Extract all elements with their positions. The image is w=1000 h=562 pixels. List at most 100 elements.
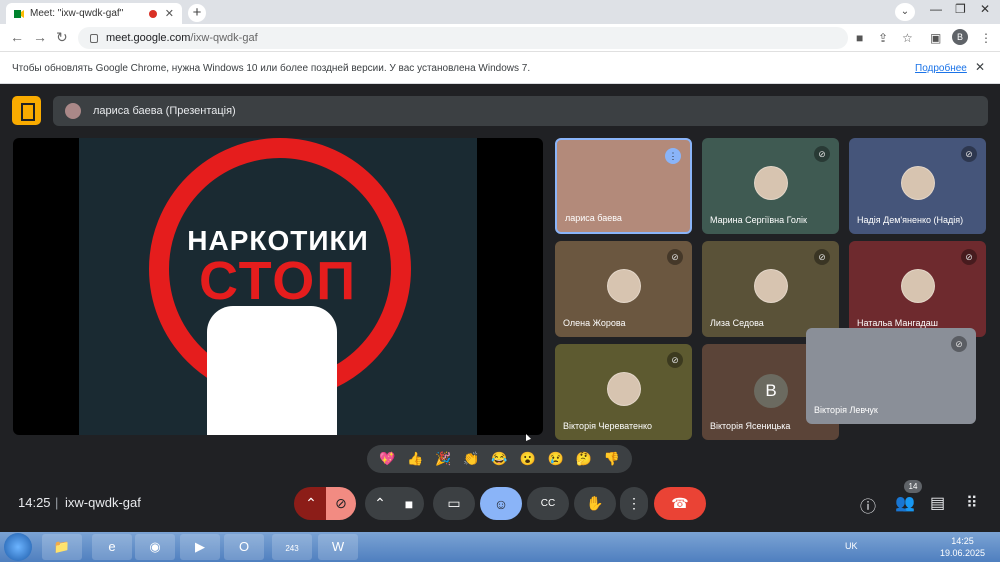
participant-avatar xyxy=(607,269,641,303)
participant-count-badge: 14 xyxy=(904,480,922,493)
meet-area: лариса баева (Презентація) НАРКОТИКИ СТО… xyxy=(0,84,1000,532)
reaction-emoji[interactable]: 👎 xyxy=(604,451,620,467)
video-camera-icon: ■ xyxy=(404,495,414,512)
language-indicator[interactable]: UK xyxy=(845,541,858,551)
start-button[interactable] xyxy=(4,533,32,561)
presentation-stage[interactable]: НАРКОТИКИ СТОП xyxy=(13,138,543,435)
reaction-emoji[interactable]: 💖 xyxy=(379,451,395,467)
participant-avatar xyxy=(754,166,788,200)
side-panel-icon[interactable]: ▣ xyxy=(930,31,941,45)
speaking-indicator-icon: ⋮ xyxy=(665,148,681,164)
close-window-icon[interactable]: ✕ xyxy=(980,2,990,16)
participant-tile[interactable]: ⊘ Олена Жорова xyxy=(555,241,692,337)
hand-icon: ✋ xyxy=(586,495,604,511)
participant-tile[interactable]: ⊘ Натальа Мангадаш xyxy=(849,241,986,337)
participant-name: Вікторія Левчук xyxy=(814,405,878,415)
bookmark-star-icon[interactable]: ☆ xyxy=(902,31,913,45)
captions-button[interactable]: CC xyxy=(527,487,569,520)
leave-call-button[interactable]: ☎ xyxy=(654,487,706,520)
word-taskbar-icon[interactable]: W xyxy=(318,534,358,560)
participant-tile[interactable]: ⋮ лариса баева xyxy=(555,138,692,234)
reaction-emoji[interactable]: 😮 xyxy=(520,451,536,467)
tab-meet[interactable]: Meet: "ixw-qwdk-gaf" ✕ xyxy=(6,3,182,24)
reaction-emoji[interactable]: 😂 xyxy=(491,451,507,467)
new-tab-button[interactable]: + xyxy=(188,4,206,22)
activities-grid-icon[interactable]: ⠿ xyxy=(966,493,978,513)
opera-taskbar-icon[interactable]: O xyxy=(224,534,264,560)
address-bar[interactable]: meet.google.com/ixw-qwdk-gaf xyxy=(78,27,848,49)
reaction-emoji[interactable]: 🎉 xyxy=(435,451,451,467)
reaction-emoji[interactable]: 🤔 xyxy=(576,451,592,467)
participant-tile[interactable]: ⊘ Надія Дем'яненко (Надія) xyxy=(849,138,986,234)
forward-icon[interactable]: → xyxy=(33,29,47,45)
phone-hangup-icon: ☎ xyxy=(671,495,689,511)
ie-taskbar-icon[interactable]: e xyxy=(92,534,132,560)
mic-options-button[interactable]: ⌃ xyxy=(294,487,328,520)
minimize-icon[interactable]: — xyxy=(930,2,942,16)
recording-indicator-icon xyxy=(148,9,157,18)
participant-tile[interactable]: ⊘ Лиза Седова xyxy=(702,241,839,337)
participant-initial: B xyxy=(754,374,788,408)
url-path: /ixw-qwdk-gaf xyxy=(190,32,258,44)
participant-tile[interactable]: ⊘ Марина Сергіївна Голік xyxy=(702,138,839,234)
captions-icon: CC xyxy=(540,498,556,509)
taskbar-time: 14:25 xyxy=(951,536,974,546)
viber-taskbar-icon[interactable]: 243 xyxy=(272,534,312,560)
viber-badge: 243 xyxy=(285,544,299,553)
toolbar: ← → ↻ meet.google.com/ixw-qwdk-gaf ■ ⇪ ☆… xyxy=(0,24,1000,52)
camera-options-button[interactable]: ⌃ xyxy=(365,487,395,520)
learn-more-link[interactable]: Подробнее xyxy=(915,63,967,74)
present-screen-icon: ▭ xyxy=(447,495,461,511)
door-icon[interactable] xyxy=(12,96,41,125)
reaction-emoji[interactable]: 😢 xyxy=(548,451,564,467)
more-vert-icon: ⋮ xyxy=(627,495,641,511)
more-options-button[interactable]: ⋮ xyxy=(620,487,648,520)
taskbar-date: 19.06.2025 xyxy=(940,548,986,558)
people-icon[interactable]: 👥 xyxy=(895,493,915,513)
present-button[interactable]: ▭ xyxy=(433,487,475,520)
raise-hand-button[interactable]: ✋ xyxy=(574,487,616,520)
reload-icon[interactable]: ↻ xyxy=(56,29,68,46)
media-player-taskbar-icon[interactable]: ▶ xyxy=(180,534,220,560)
windows-taskbar: 📁 e ◉ ▶ O 243 W UK 14:25 19.06.2025 xyxy=(0,532,1000,562)
chat-icon[interactable]: ▤ xyxy=(930,493,945,513)
meeting-code: ixw-qwdk-gaf xyxy=(65,495,141,510)
maximize-icon[interactable]: ❐ xyxy=(955,2,966,16)
close-tab-icon[interactable]: ✕ xyxy=(165,7,174,20)
reaction-emoji[interactable]: 👏 xyxy=(463,451,479,467)
participant-avatar xyxy=(754,269,788,303)
share-icon[interactable]: ⇪ xyxy=(878,31,888,45)
smiley-icon: ☺ xyxy=(493,495,509,512)
back-icon[interactable]: ← xyxy=(10,29,24,45)
camera-indicator-icon[interactable]: ■ xyxy=(856,31,863,45)
participant-tile[interactable]: ⊘ Вікторія Череватенко xyxy=(555,344,692,440)
profile-avatar[interactable]: B xyxy=(952,29,968,45)
participant-avatar xyxy=(901,166,935,200)
presenter-avatar xyxy=(65,103,81,119)
menu-kebab-icon[interactable]: ⋮ xyxy=(980,31,992,45)
infobar-message: Чтобы обновлять Google Chrome, нужна Win… xyxy=(12,63,531,74)
participant-avatar xyxy=(607,372,641,406)
slide-line2: СТОП xyxy=(198,251,358,311)
reactions-button[interactable]: ☺ xyxy=(480,487,522,520)
mic-muted-icon: ⊘ xyxy=(961,146,977,162)
participant-name: Вікторія Ясеницька xyxy=(710,421,791,431)
mic-muted-icon: ⊘ xyxy=(667,352,683,368)
info-icon[interactable]: ⓘ xyxy=(860,493,876,517)
mic-muted-icon: ⊘ xyxy=(961,249,977,265)
tab-search-button[interactable]: ⌄ xyxy=(895,3,915,21)
slide: НАРКОТИКИ СТОП xyxy=(79,138,477,435)
mic-toggle-button[interactable]: ⊘ xyxy=(326,487,356,520)
participant-avatar xyxy=(901,269,935,303)
presentation-bar[interactable]: лариса баева (Презентація) xyxy=(53,96,988,126)
taskbar-clock[interactable]: 14:25 19.06.2025 xyxy=(940,535,985,559)
meeting-time: 14:25 xyxy=(18,495,51,510)
reaction-emoji[interactable]: 👍 xyxy=(407,451,423,467)
explorer-taskbar-icon[interactable]: 📁 xyxy=(42,534,82,560)
participant-tile[interactable]: ⊘ Вікторія Левчук xyxy=(806,328,976,424)
close-infobar-icon[interactable]: ✕ xyxy=(975,60,985,74)
participant-name: Лиза Седова xyxy=(710,318,764,328)
camera-toggle-button[interactable]: ■ xyxy=(394,487,424,520)
update-infobar: Чтобы обновлять Google Chrome, нужна Win… xyxy=(0,52,1000,84)
chrome-taskbar-icon[interactable]: ◉ xyxy=(135,534,175,560)
